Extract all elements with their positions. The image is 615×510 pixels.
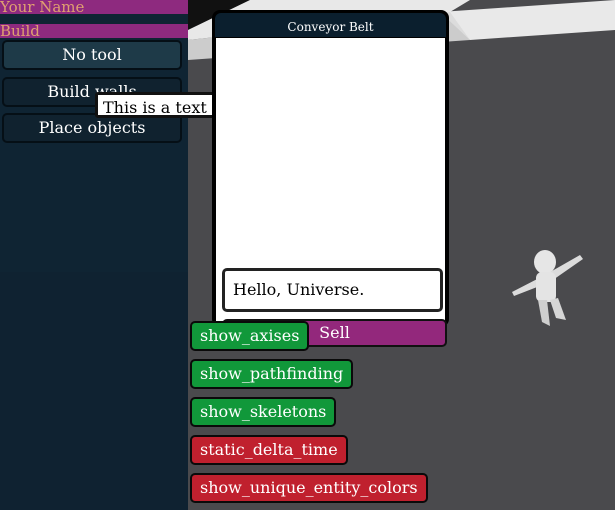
conveyor-belt-window: Conveyor Belt Hello, Universe. Sell (212, 10, 449, 347)
toggle-static-delta-time[interactable]: static_delta_time (190, 435, 348, 465)
toggle-show-pathfinding[interactable]: show_pathfinding (190, 359, 354, 389)
conveyor-text-input[interactable]: Hello, Universe. (222, 268, 443, 312)
toggle-show-unique-entity-colors[interactable]: show_unique_entity_colors (190, 473, 428, 503)
conveyor-window-title[interactable]: Conveyor Belt (215, 13, 446, 37)
toggle-show-axises[interactable]: show_axises (190, 321, 310, 351)
left-panel: Your Name Build No tool Build walls Plac… (0, 0, 188, 510)
no-tool-button[interactable]: No tool (2, 40, 182, 70)
toggle-show-skeletons[interactable]: show_skeletons (190, 397, 337, 427)
build-section-bar: Build (0, 24, 188, 38)
left-panel-lower (0, 272, 188, 510)
conveyor-window-body: Hello, Universe. Sell (216, 38, 447, 347)
player-name-bar: Your Name (0, 0, 188, 14)
